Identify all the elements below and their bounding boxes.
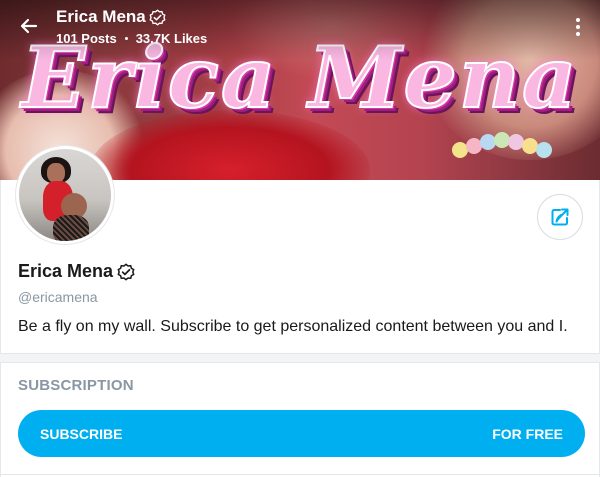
avatar[interactable] [16, 146, 114, 244]
more-options-button[interactable] [566, 12, 590, 42]
back-button[interactable] [14, 10, 44, 42]
profile-handle[interactable]: @ericamena [18, 289, 98, 305]
section-gap [0, 354, 600, 362]
subscribe-button[interactable]: SUBSCRIBE FOR FREE [18, 410, 585, 457]
posts-count: 101 Posts [56, 31, 117, 46]
divider [0, 474, 600, 475]
verified-badge-icon [117, 262, 135, 281]
likes-count: 33.7K Likes [135, 31, 208, 46]
subscription-heading: SUBSCRIPTION [18, 377, 134, 394]
header-name: Erica Mena [56, 7, 166, 27]
verified-badge-icon [149, 8, 166, 26]
profile-name-text: Erica Mena [18, 261, 114, 281]
subscribe-price: FOR FREE [492, 425, 563, 442]
separator-dot [124, 37, 128, 40]
profile-name: Erica Mena [18, 261, 135, 282]
divider [0, 362, 600, 363]
header-name-text: Erica Mena [56, 7, 146, 26]
share-button[interactable] [537, 194, 583, 240]
subscribe-label: SUBSCRIBE [40, 425, 123, 442]
profile-bio: Be a fly on my wall. Subscribe to get pe… [18, 318, 568, 335]
more-vertical-icon [576, 18, 580, 22]
share-icon [551, 208, 569, 226]
candy-beads [452, 132, 600, 172]
header-stats: 101 Posts 33.7K Likes [56, 31, 207, 46]
avatar-photo [19, 149, 111, 241]
arrow-left-icon [20, 18, 38, 34]
